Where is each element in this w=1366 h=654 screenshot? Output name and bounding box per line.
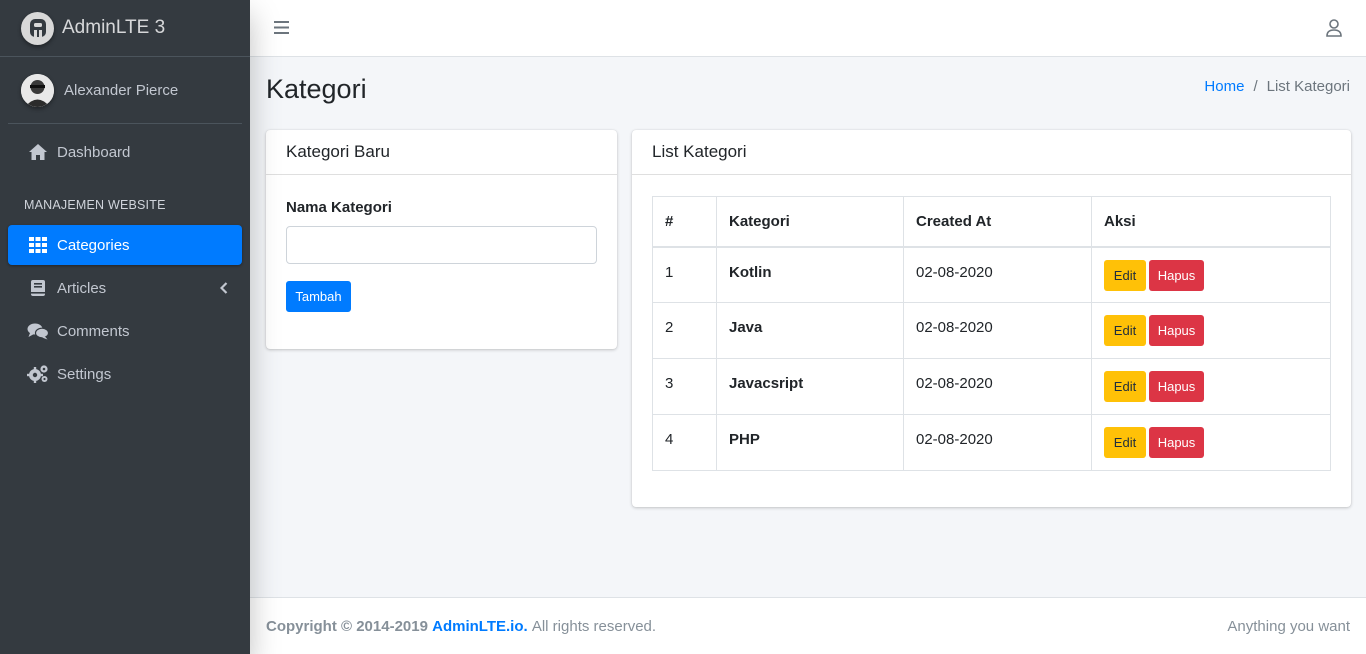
delete-button[interactable]: Hapus [1149, 371, 1204, 402]
sidebar-item-label: Dashboard [57, 143, 131, 161]
edit-button[interactable]: Edit [1104, 315, 1146, 346]
sidebar-item-comments[interactable]: Comments [8, 311, 242, 351]
comments-icon [27, 321, 49, 341]
edit-button[interactable]: Edit [1104, 371, 1146, 402]
content-header: Kategori Home / List Kategori [266, 72, 1350, 112]
add-category-button[interactable]: Tambah [286, 281, 351, 312]
column-header-number: # [652, 196, 717, 248]
breadcrumb-current: List Kategori [1266, 78, 1350, 95]
category-name-input[interactable] [286, 226, 597, 264]
brand-text: AdminLTE 3 [62, 17, 166, 38]
category-name: Java [716, 302, 904, 359]
book-icon [27, 278, 49, 298]
new-category-form: Nama Kategori Tambah [266, 175, 617, 336]
sidebar-item-label: Comments [57, 322, 130, 340]
column-header-category: Kategori [716, 196, 904, 248]
created-at: 02-08-2020 [903, 302, 1092, 359]
top-navbar [250, 0, 1366, 57]
footer-brand-link[interactable]: AdminLTE.io. [432, 618, 528, 635]
row-number: 3 [652, 358, 717, 415]
delete-button[interactable]: Hapus [1149, 315, 1204, 346]
created-at: 02-08-2020 [903, 246, 1092, 303]
table-row: 3 Javacsript 02-08-2020 Edit Hapus [652, 358, 1331, 415]
sidebar-item-categories[interactable]: Categories [8, 225, 242, 265]
row-number: 4 [652, 414, 717, 471]
breadcrumb: Home / List Kategori [1204, 78, 1350, 95]
row-actions: Edit Hapus [1091, 414, 1331, 471]
page-title: Kategori [266, 74, 367, 104]
home-icon [27, 142, 49, 162]
sidebar-item-articles[interactable]: Articles [8, 268, 242, 308]
category-name: PHP [716, 414, 904, 471]
sidebar-item-label: Categories [57, 236, 130, 254]
hamburger-menu-icon[interactable] [274, 21, 289, 38]
nav-section-header: MANAJEMEN WEBSITE [24, 198, 166, 212]
edit-button[interactable]: Edit [1104, 259, 1146, 291]
category-name: Javacsript [716, 358, 904, 415]
adminlte-logo-icon [21, 11, 54, 45]
breadcrumb-separator: / [1253, 78, 1258, 95]
sidebar-item-label: Settings [57, 365, 112, 383]
card-title: List Kategori [632, 130, 1351, 175]
category-name-label: Nama Kategori [286, 199, 392, 216]
created-at: 02-08-2020 [903, 414, 1092, 471]
category-list-card: List Kategori # Kategori Created At Aksi… [632, 130, 1351, 507]
table-row: 1 Kotlin 02-08-2020 Edit Hapus [652, 246, 1331, 303]
row-number: 2 [652, 302, 717, 359]
rights-text: All rights reserved. [531, 617, 657, 635]
created-at: 02-08-2020 [903, 358, 1092, 415]
main-footer: Copyright © 2014-2019 AdminLTE.io. All r… [250, 597, 1366, 654]
row-actions: Edit Hapus [1091, 358, 1331, 415]
delete-button[interactable]: Hapus [1149, 427, 1204, 458]
avatar [21, 73, 54, 107]
chevron-left-icon [219, 281, 228, 298]
delete-button[interactable]: Hapus [1149, 259, 1204, 291]
breadcrumb-home-link[interactable]: Home [1204, 78, 1244, 95]
column-header-actions: Aksi [1091, 196, 1331, 248]
sidebar-item-dashboard[interactable]: Dashboard [8, 132, 242, 172]
table-row: 2 Java 02-08-2020 Edit Hapus [652, 302, 1331, 359]
main-sidebar: AdminLTE 3 Alexander Pierce Dashboard MA… [0, 0, 250, 654]
user-name[interactable]: Alexander Pierce [64, 82, 178, 99]
row-actions: Edit Hapus [1091, 302, 1331, 359]
cogs-icon [27, 364, 49, 384]
card-title: Kategori Baru [266, 130, 617, 175]
sidebar-item-label: Articles [57, 279, 107, 297]
column-header-created-at: Created At [903, 196, 1092, 248]
table-row: 4 PHP 02-08-2020 Edit Hapus [652, 414, 1331, 471]
brand-link[interactable]: AdminLTE 3 [0, 0, 250, 57]
row-actions: Edit Hapus [1091, 246, 1331, 303]
user-icon[interactable] [1326, 19, 1342, 41]
category-table: # Kategori Created At Aksi 1 Kotlin 02-0… [652, 196, 1331, 471]
row-number: 1 [652, 246, 717, 303]
user-panel[interactable]: Alexander Pierce [8, 57, 242, 124]
table-header-row: # Kategori Created At Aksi [652, 196, 1331, 248]
grid-icon [27, 235, 49, 255]
sidebar-item-settings[interactable]: Settings [8, 354, 242, 394]
category-table-wrapper: # Kategori Created At Aksi 1 Kotlin 02-0… [652, 196, 1331, 471]
copyright-text: Copyright © 2014-2019 [266, 617, 428, 635]
edit-button[interactable]: Edit [1104, 427, 1146, 458]
sidebar-nav: Dashboard MANAJEMEN WEBSITE Categories A… [0, 124, 250, 394]
new-category-card: Kategori Baru Nama Kategori Tambah [266, 130, 617, 349]
footer-right-text: Anything you want [1227, 617, 1350, 635]
category-name: Kotlin [716, 246, 904, 303]
